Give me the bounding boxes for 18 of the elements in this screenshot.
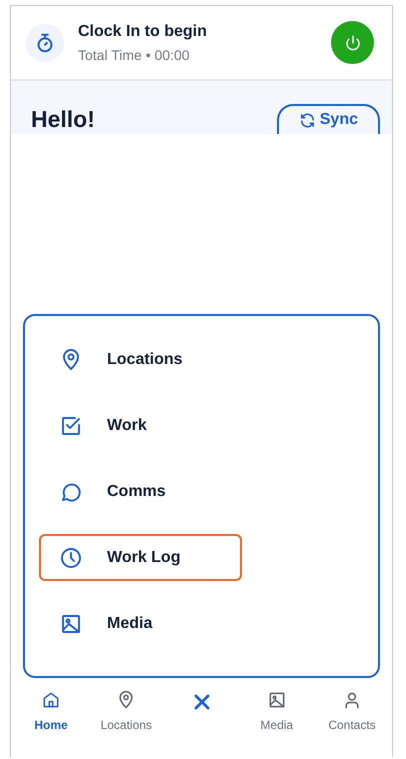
clock-icon bbox=[59, 546, 83, 570]
menu-item[interactable]: Work bbox=[39, 402, 242, 449]
nav-tab[interactable]: Contacts bbox=[316, 690, 388, 734]
menu-item[interactable]: Locations bbox=[39, 336, 242, 383]
nav-tab[interactable]: Media bbox=[240, 690, 313, 734]
total-time-text: Total Time • 00:00 bbox=[78, 46, 191, 64]
sync-icon bbox=[298, 112, 316, 128]
power-button[interactable] bbox=[331, 21, 374, 64]
nav-tab[interactable]: Locations bbox=[90, 690, 162, 734]
menu-item[interactable]: Media bbox=[39, 600, 242, 647]
nav-tab[interactable]: Home bbox=[15, 690, 87, 734]
menu-item[interactable]: Comms bbox=[39, 468, 242, 515]
sync-button[interactable]: Sync bbox=[276, 104, 380, 134]
clock-in-title: Clock In to begin bbox=[78, 22, 207, 42]
menu-item[interactable]: Work Log bbox=[39, 534, 242, 581]
greeting-heading: Hello! bbox=[31, 104, 95, 134]
power-icon bbox=[344, 34, 362, 52]
stopwatch-icon bbox=[26, 24, 64, 62]
